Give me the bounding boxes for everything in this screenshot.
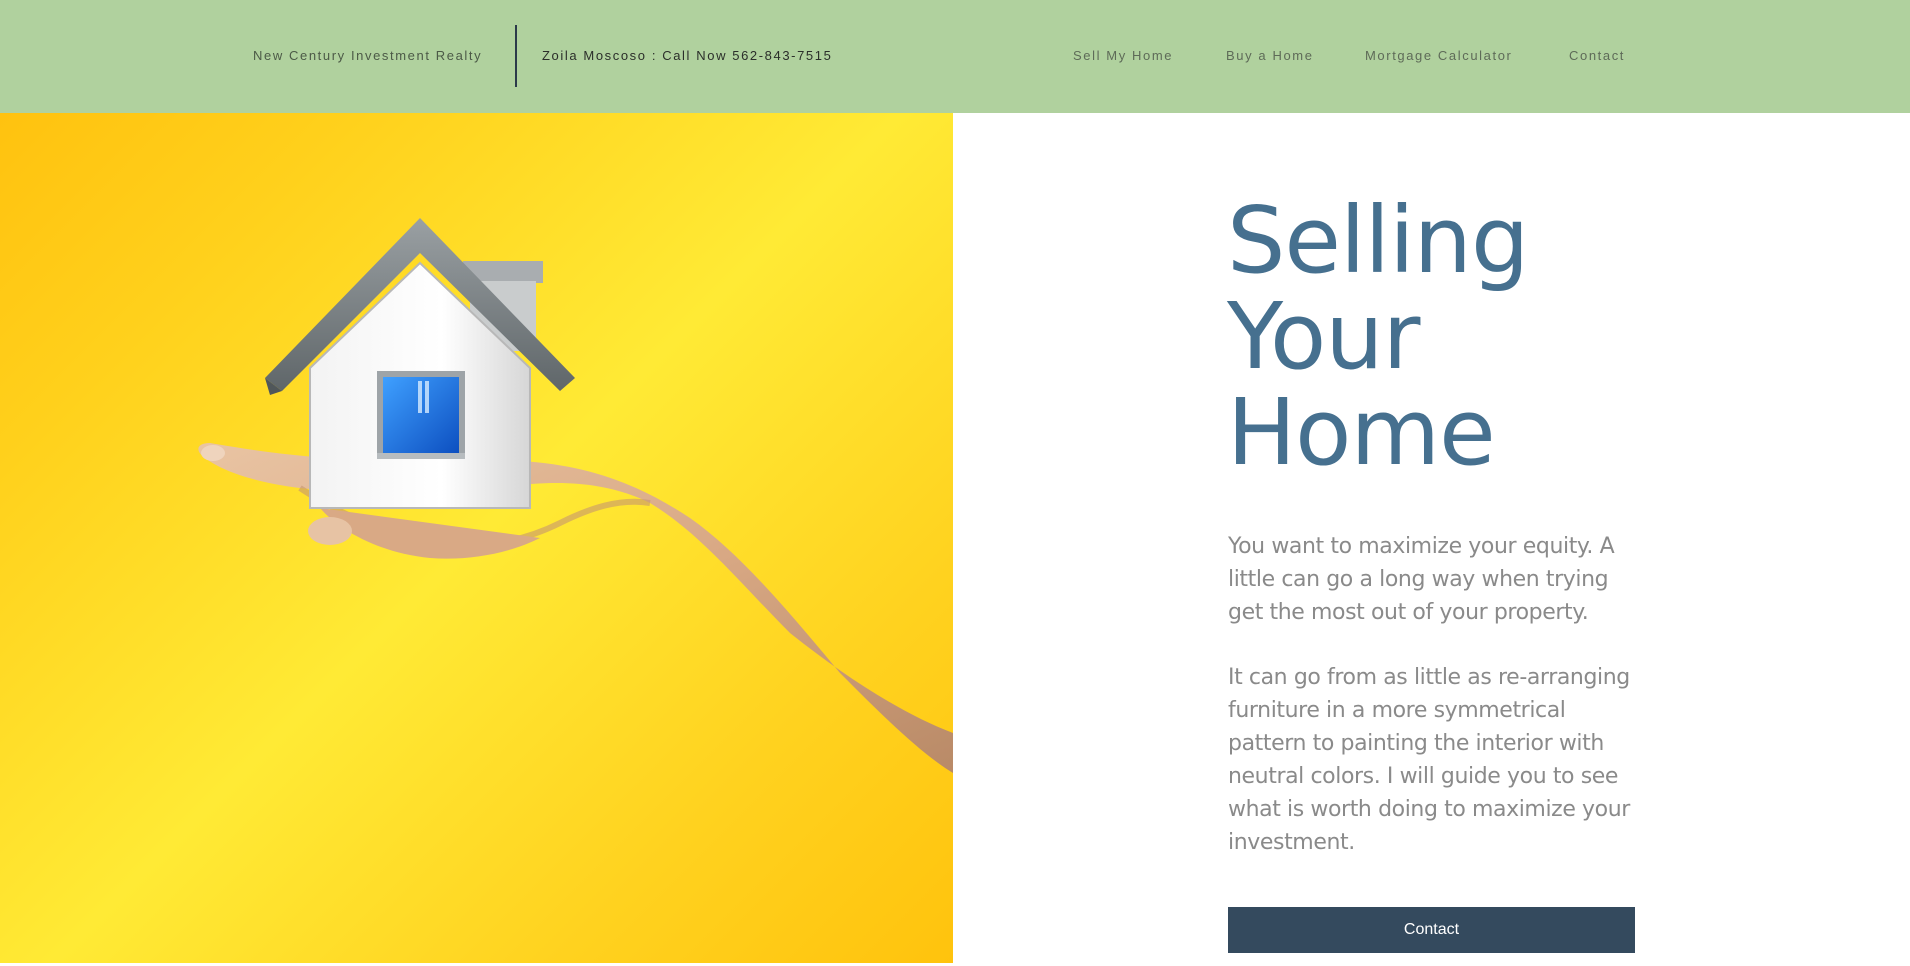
hero-image <box>0 113 953 963</box>
site-header: New Century Investment Realty Zoila Mosc… <box>0 0 1910 113</box>
site-brand[interactable]: New Century Investment Realty <box>253 48 482 63</box>
details-paragraph: It can go from as little as re-arranging… <box>1228 665 1630 855</box>
contact-button[interactable]: Contact <box>1228 907 1635 953</box>
page-title: Selling Your Home <box>1227 187 1529 486</box>
nav-mortgage-calculator[interactable]: Mortgage Calculator <box>1365 48 1512 63</box>
header-divider <box>515 25 517 87</box>
nav-sell-my-home[interactable]: Sell My Home <box>1073 48 1173 63</box>
intro-paragraph: You want to maximize your equity. A litt… <box>1228 534 1615 625</box>
nav-buy-a-home[interactable]: Buy a Home <box>1226 48 1314 63</box>
agent-phone[interactable]: Zoila Moscoso : Call Now 562-843-7515 <box>542 48 832 63</box>
house-in-hand-image <box>198 218 953 773</box>
nav-contact[interactable]: Contact <box>1569 48 1625 63</box>
